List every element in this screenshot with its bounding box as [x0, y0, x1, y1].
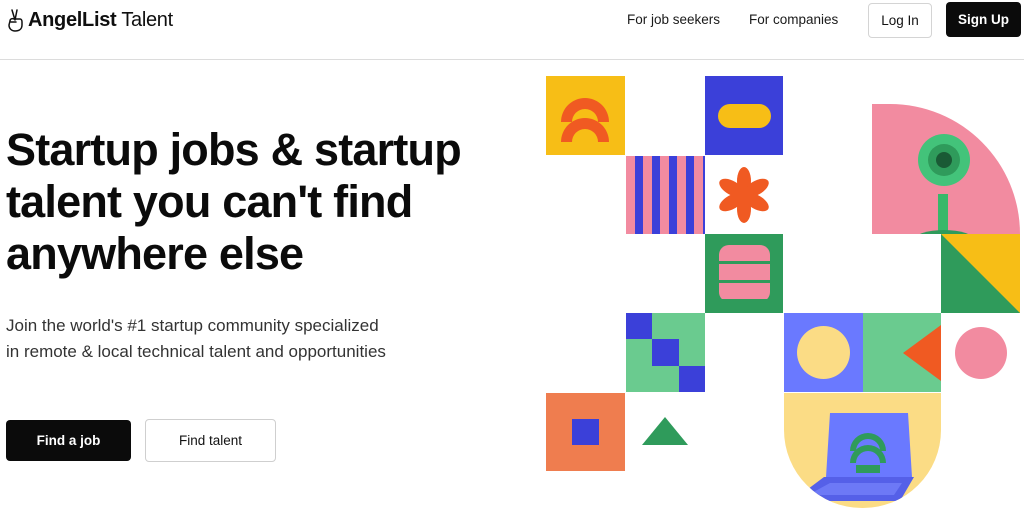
- pink-circle-shape: [955, 327, 1007, 379]
- orange-arrow-shape: [903, 325, 941, 381]
- sand-laptop-tile: [784, 393, 941, 508]
- periwinkle-circle-tile: [784, 313, 863, 392]
- hero-subtitle: Join the world's #1 startup community sp…: [6, 316, 386, 361]
- find-a-job-button[interactable]: Find a job: [6, 420, 131, 461]
- green-triangle-tile: [626, 393, 705, 471]
- blue-square-b: [652, 339, 679, 366]
- yellow-pill-shape: [718, 104, 771, 128]
- login-button[interactable]: Log In: [868, 3, 932, 38]
- hero-headline: Startup jobs & startup talent you can't …: [6, 124, 462, 279]
- nav-for-job-seekers[interactable]: For job seekers: [627, 12, 720, 27]
- webcam-icon: [918, 134, 970, 234]
- blue-square-c: [679, 366, 705, 392]
- nav-for-companies[interactable]: For companies: [749, 12, 838, 27]
- pink-dot-tile: [941, 313, 1020, 392]
- hero-illustration-mosaic: [540, 70, 1024, 508]
- green-stack-tile: [705, 234, 783, 313]
- peace-hand-icon: [8, 9, 23, 32]
- triangle-split-tile: [941, 234, 1020, 313]
- triangle-icon: [642, 417, 688, 445]
- mint-arrow-tile: [863, 313, 941, 392]
- coral-square-tile: [546, 393, 625, 471]
- orange-star-tile: [705, 156, 783, 234]
- logo-text: AngelList Talent: [28, 8, 173, 31]
- pink-stack-shape: [719, 245, 770, 302]
- top-navigation-bar: AngelList Talent For job seekers For com…: [0, 0, 1024, 60]
- signup-button[interactable]: Sign Up: [946, 2, 1021, 37]
- striped-tile: [626, 156, 705, 234]
- star-burst-icon: [719, 167, 769, 223]
- blue-small-square: [572, 419, 599, 445]
- checker-tile: [626, 313, 705, 392]
- yellow-arch-tile: [546, 76, 625, 155]
- blue-square-a: [626, 313, 652, 339]
- angellist-talent-logo[interactable]: AngelList Talent: [6, 8, 173, 32]
- pink-quarter-circle-tile: [872, 104, 1020, 234]
- sand-circle-shape: [797, 326, 850, 379]
- find-talent-button[interactable]: Find talent: [145, 419, 276, 462]
- blue-pill-tile: [705, 76, 783, 155]
- green-triangle-shape: [941, 234, 1020, 313]
- laptop-icon: [792, 413, 914, 501]
- arch-shape-icon: [561, 98, 609, 142]
